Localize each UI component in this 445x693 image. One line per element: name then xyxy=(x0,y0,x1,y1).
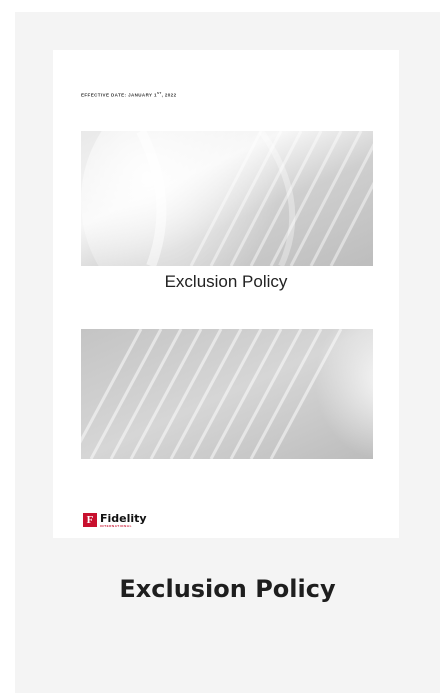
document-card[interactable]: EFFECTIVE DATE: JANUARY 1ST, 2022 Exclus… xyxy=(15,12,440,693)
document-cover-thumbnail[interactable]: EFFECTIVE DATE: JANUARY 1ST, 2022 Exclus… xyxy=(53,50,399,538)
document-title: Exclusion Policy xyxy=(164,272,288,291)
cover-banner-bottom xyxy=(81,329,373,459)
fidelity-logo-icon: F xyxy=(83,513,97,527)
logo-name: Fidelity xyxy=(100,512,147,525)
effective-date: EFFECTIVE DATE: JANUARY 1ST, 2022 xyxy=(81,91,177,98)
cover-banner-top xyxy=(81,131,373,266)
document-caption[interactable]: Exclusion Policy xyxy=(15,575,440,603)
fidelity-logo: F Fidelity INTERNATIONAL xyxy=(83,513,147,528)
logo-subtitle: INTERNATIONAL xyxy=(100,524,133,528)
